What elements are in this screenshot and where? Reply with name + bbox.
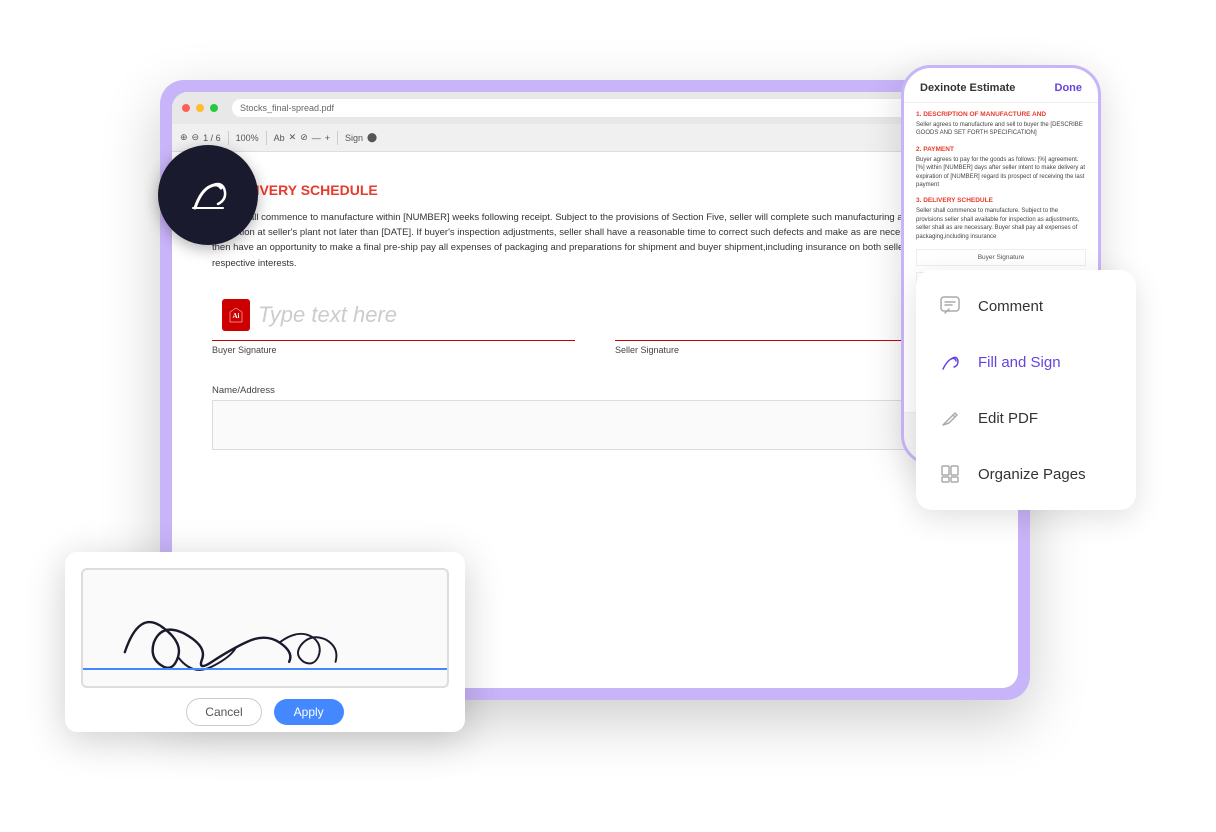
context-item-comment[interactable]: Comment: [916, 278, 1136, 334]
adobe-icon: Ai: [222, 299, 250, 331]
browser-bar: Stocks_final-spread.pdf ⋯: [172, 92, 1018, 124]
fill-sign-icon: [936, 348, 964, 376]
buyer-sig-label: Buyer Signature: [212, 345, 575, 355]
organize-label: Organize Pages: [978, 466, 1086, 483]
toolbar-sep: [228, 131, 229, 145]
comment-icon: [936, 292, 964, 320]
edit-pdf-icon: [936, 404, 964, 432]
buyer-sig-box: Ai Type text here Buyer Signature: [212, 291, 575, 355]
buyer-sig-line: Ai Type text here: [212, 291, 575, 341]
signature-area: Ai Type text here Buyer Signature Seller…: [212, 291, 978, 355]
toolbar-sep2: [266, 131, 267, 145]
browser-dot-green[interactable]: [210, 104, 218, 112]
sig-baseline: [83, 668, 447, 670]
browser-address: Stocks_final-spread.pdf: [232, 99, 984, 117]
phone-sig-area: Buyer Signature: [916, 249, 1086, 266]
phone-sec1-text: Seller agrees to manufacture and sell to…: [916, 121, 1086, 138]
sig-placeholder[interactable]: Type text here: [258, 302, 397, 328]
cancel-button[interactable]: Cancel: [186, 698, 261, 726]
comment-label: Comment: [978, 298, 1043, 315]
phone-buyer-sig: Buyer Signature: [921, 254, 1081, 261]
logo-circle: [158, 145, 258, 245]
phone-header: Dexinote Estimate Done: [904, 68, 1098, 103]
toolbar-sep3: [337, 131, 338, 145]
browser-dot-yellow[interactable]: [196, 104, 204, 112]
phone-section-3: 3. DELIVERY SCHEDULE Seller shall commen…: [916, 197, 1086, 241]
fill-sign-label: Fill and Sign: [978, 354, 1061, 371]
logo-icon: [183, 170, 233, 220]
context-item-fill-sign[interactable]: Fill and Sign: [916, 334, 1136, 390]
phone-done-button[interactable]: Done: [1055, 82, 1083, 94]
phone-sec1-title: 1. DESCRIPTION OF MANUFACTURE AND: [916, 111, 1086, 118]
name-box: [212, 400, 978, 450]
pdf-section-title: 3. DELIVERY SCHEDULE: [212, 182, 978, 198]
apply-button[interactable]: Apply: [274, 699, 344, 725]
scene: Stocks_final-spread.pdf ⋯ ⊕ ⊖ 1 / 6 100%…: [0, 0, 1216, 832]
phone-section-2: 2. PAYMENT Buyer agrees to pay for the g…: [916, 146, 1086, 190]
name-label: Name/Address: [212, 385, 978, 396]
phone-section-1: 1. DESCRIPTION OF MANUFACTURE AND Seller…: [916, 111, 1086, 138]
edit-pdf-label: Edit PDF: [978, 410, 1038, 427]
context-item-organize[interactable]: Organize Pages: [916, 446, 1136, 502]
context-item-edit-pdf[interactable]: Edit PDF: [916, 390, 1136, 446]
organize-icon: [936, 460, 964, 488]
context-menu: Comment Fill and Sign Edit PDF: [916, 270, 1136, 510]
name-area: Name/Address: [212, 385, 978, 450]
sig-canvas[interactable]: [81, 568, 449, 688]
phone-sec2-text: Buyer agrees to pay for the goods as fol…: [916, 156, 1086, 190]
phone-sec3-title: 3. DELIVERY SCHEDULE: [916, 197, 1086, 204]
phone-sec2-title: 2. PAYMENT: [916, 146, 1086, 153]
signature-dialog: Cancel Apply: [65, 552, 465, 732]
pdf-body: Seller shall commence to manufacture wit…: [212, 210, 978, 271]
phone-title: Dexinote Estimate: [920, 82, 1015, 94]
address-text: Stocks_final-spread.pdf: [240, 103, 334, 113]
svg-text:Ai: Ai: [233, 312, 240, 320]
pdf-toolbar: ⊕ ⊖ 1 / 6 100% Ab ✕ ⊘ — + Sign ⬤: [172, 124, 1018, 152]
phone-sec3-text: Seller shall commence to manufacture. Su…: [916, 207, 1086, 241]
sig-buttons: Cancel Apply: [81, 698, 449, 726]
browser-dot-red[interactable]: [182, 104, 190, 112]
